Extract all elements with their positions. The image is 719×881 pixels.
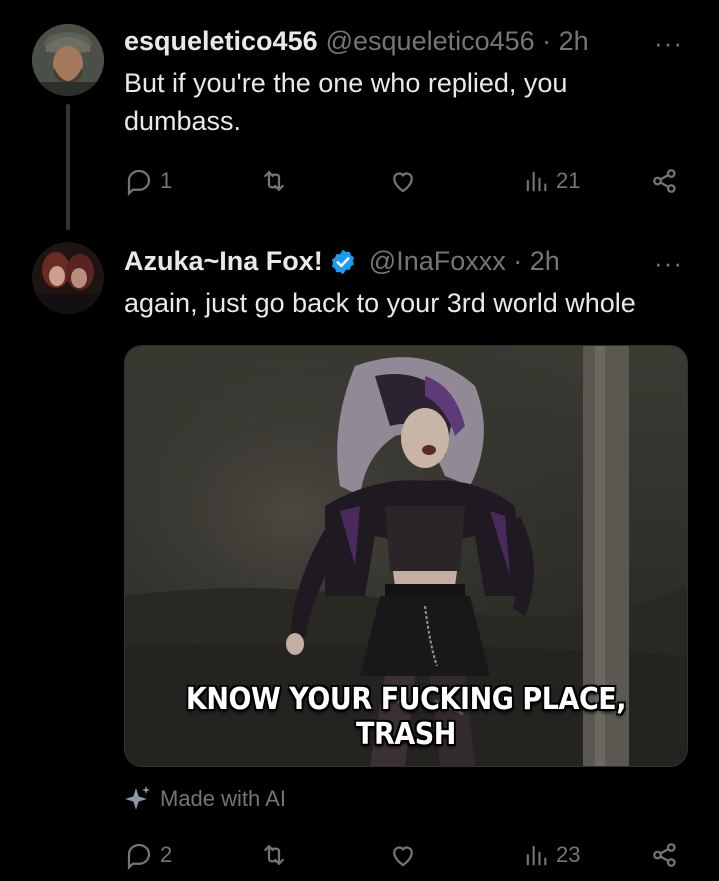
reply-button[interactable]: 1 [124, 166, 172, 196]
share-button[interactable] [650, 840, 680, 870]
views-button[interactable]: 21 [522, 166, 580, 196]
more-options-icon[interactable]: ··· [654, 28, 683, 59]
reply-icon [127, 169, 151, 196]
image-caption-text: KNOW YOUR FUCKING PLACE, TRASH [185, 682, 627, 752]
tweet-text: again, just go back to your 3rd world wh… [124, 284, 684, 322]
made-with-ai-text: Made with AI [160, 786, 286, 811]
tweet-header: Azuka~Ina Fox! @InaFoxxx · 2h [124, 246, 560, 277]
repost-button[interactable] [258, 840, 290, 870]
like-button[interactable] [388, 840, 418, 870]
tweet-text-line: dumbass. [124, 106, 242, 136]
views-icon [526, 171, 547, 192]
made-with-ai-label[interactable]: Made with AI [122, 785, 286, 813]
thread-connector-line [66, 104, 70, 230]
reply-button[interactable]: 2 [124, 840, 172, 870]
like-button[interactable] [388, 166, 418, 196]
action-bar: 1 21 [118, 162, 698, 202]
tweet-text: But if you're the one who replied, you d… [124, 64, 684, 140]
views-icon [526, 845, 547, 866]
avatar-esqueletico[interactable] [32, 24, 104, 96]
handle-and-time[interactable]: @InaFoxxx · 2h [369, 246, 560, 277]
share-button[interactable] [650, 166, 680, 196]
display-name[interactable]: esqueletico456 [124, 26, 318, 57]
views-button[interactable]: 23 [522, 840, 580, 870]
views-count: 23 [556, 842, 581, 867]
display-name[interactable]: Azuka~Ina Fox! [124, 246, 323, 277]
like-icon [393, 172, 413, 193]
repost-icon [264, 171, 284, 191]
share-icon [653, 843, 676, 867]
tweet-text-line: But if you're the one who replied, you [124, 68, 568, 98]
reply-count: 2 [160, 842, 173, 867]
reply-icon [127, 843, 151, 870]
share-icon [653, 169, 676, 193]
repost-icon [264, 845, 284, 865]
reply-count: 1 [160, 168, 173, 193]
avatar-inafoxxx[interactable] [32, 242, 104, 314]
repost-button[interactable] [258, 166, 290, 196]
action-bar: 2 23 [118, 838, 698, 878]
verified-badge-icon[interactable] [329, 248, 357, 276]
views-count: 21 [556, 168, 581, 193]
like-icon [393, 846, 413, 867]
tweet-1[interactable]: esqueletico456 @esqueletico456 · 2h ··· … [0, 0, 719, 230]
tweet-text-line: again, just go back to your 3rd world wh… [124, 288, 636, 318]
sparkle-icon [125, 786, 150, 810]
tweet-image[interactable]: KNOW YOUR FUCKING PLACE, TRASH [124, 345, 688, 767]
handle-and-time[interactable]: @esqueletico456 · 2h [326, 26, 589, 57]
more-options-icon[interactable]: ··· [654, 248, 683, 279]
tweet-header: esqueletico456 @esqueletico456 · 2h [124, 26, 589, 57]
